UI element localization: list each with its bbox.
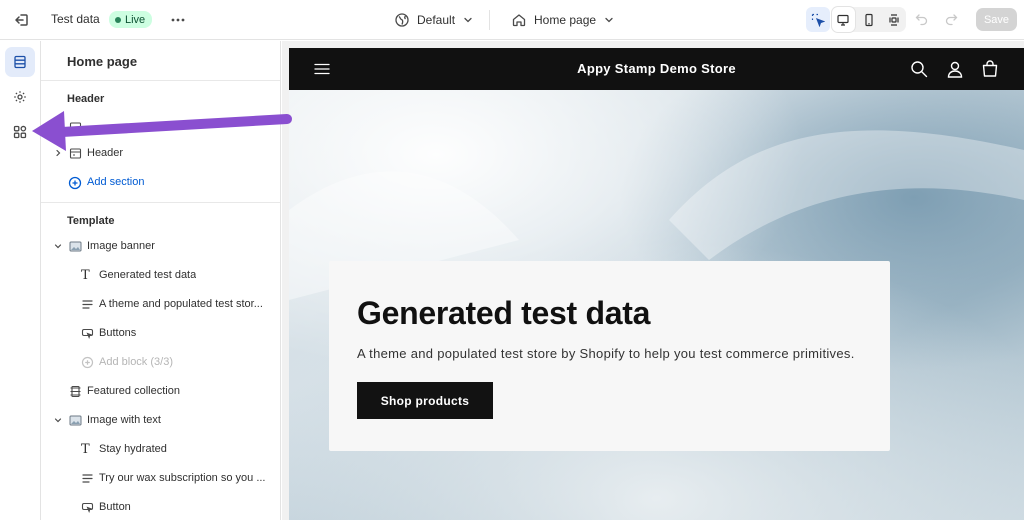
sections-tab-button[interactable] — [5, 47, 35, 77]
banner-text[interactable]: A theme and populated test store by Shop… — [357, 346, 855, 361]
image-icon — [69, 240, 82, 253]
section-icon — [69, 121, 82, 134]
tree-row-label: A theme and populated test stor... — [99, 298, 263, 310]
plus-circle-icon — [81, 356, 94, 369]
shop-products-button[interactable]: Shop products — [357, 382, 493, 419]
chevron-down-icon[interactable] — [53, 241, 63, 251]
theme-selector-label: Default — [417, 13, 456, 27]
exit-icon[interactable] — [12, 10, 32, 30]
banner-content-card: Generated test data A theme and populate… — [329, 261, 890, 451]
fullscreen-icon — [887, 13, 901, 27]
tree-row-label: Generated test data — [99, 269, 197, 281]
section-icon — [69, 147, 82, 160]
desktop-icon — [836, 13, 850, 27]
template-group-heading: Template — [67, 215, 115, 227]
redo-icon[interactable] — [943, 11, 959, 27]
tree-row-label: Stay hydrated — [99, 443, 167, 455]
tree-row-block-buttons[interactable]: Buttons — [41, 323, 280, 345]
store-header: Appy Stamp Demo Store — [289, 48, 1024, 90]
gear-icon — [12, 89, 28, 105]
theme-selector[interactable]: Default — [394, 10, 474, 30]
add-block-button[interactable]: Add block (3/3) — [41, 352, 280, 374]
undo-icon[interactable] — [914, 11, 930, 27]
theme-settings-tab-button[interactable] — [5, 82, 35, 112]
image-banner: Generated test data A theme and populate… — [289, 90, 1024, 520]
add-section-label: Add section — [87, 176, 145, 188]
view-mode-buttons — [806, 7, 906, 32]
chevron-down-icon — [462, 14, 474, 26]
tree-row-block-text[interactable]: Try our wax subscription so you ... — [41, 468, 280, 490]
tree-row-featured-collection[interactable]: Featured collection — [41, 381, 280, 403]
banner-heading[interactable]: Generated test data — [357, 295, 650, 332]
text-icon: T — [81, 268, 90, 283]
chevron-down-icon — [603, 14, 615, 26]
page-selector-label: Home page — [534, 13, 597, 27]
chevron-right-icon[interactable] — [53, 148, 63, 158]
more-actions-icon[interactable] — [168, 10, 188, 30]
search-icon[interactable] — [909, 59, 929, 79]
editor-rail — [0, 41, 41, 520]
apps-icon — [12, 124, 28, 140]
sections-icon — [12, 54, 28, 70]
tree-row-header[interactable]: Header — [41, 143, 280, 165]
live-status-badge: Live — [109, 11, 153, 28]
account-icon[interactable] — [945, 59, 965, 79]
editor-topbar: Test data Live Default Home page Save — [0, 0, 1024, 40]
header-group-heading: Header — [67, 93, 105, 105]
tree-row-label: Try our wax subscription so you ... — [99, 472, 266, 484]
button-icon — [81, 501, 94, 514]
plus-circle-icon — [68, 176, 82, 190]
mobile-view-button[interactable] — [857, 7, 881, 32]
paragraph-icon — [81, 472, 94, 485]
page-title: Home page — [67, 54, 138, 69]
apps-tab-button[interactable] — [5, 117, 35, 147]
tree-row-label: Image banner — [87, 240, 155, 252]
fullscreen-view-button[interactable] — [883, 7, 907, 32]
topbar-divider — [489, 10, 490, 30]
section-icon — [69, 385, 82, 398]
image-icon — [69, 414, 82, 427]
cursor-select-icon — [811, 13, 825, 27]
desktop-view-button[interactable] — [831, 7, 855, 32]
tree-row-image-banner[interactable]: Image banner — [41, 236, 280, 258]
tree-row-label: Add block (3/3) — [99, 356, 173, 368]
sidebar-divider — [41, 80, 280, 81]
tree-row-label: Buttons — [99, 327, 137, 339]
button-icon — [81, 327, 94, 340]
live-dot-icon — [115, 16, 121, 23]
store-name: Test data — [51, 12, 100, 26]
globe-icon — [394, 12, 410, 28]
tree-row-label: Image with text — [87, 414, 161, 426]
page-selector[interactable]: Home page — [511, 10, 615, 30]
live-status-label: Live — [125, 13, 146, 26]
cart-icon[interactable] — [980, 59, 1000, 79]
paragraph-icon — [81, 298, 94, 311]
tree-row-label: Featured collection — [87, 385, 180, 397]
text-icon: T — [81, 442, 90, 457]
sidebar-divider — [41, 202, 280, 203]
tree-row-label: Button — [99, 501, 131, 513]
tree-row-label: Header — [87, 147, 124, 159]
tree-row-block-text[interactable]: A theme and populated test stor... — [41, 294, 280, 316]
mobile-icon — [862, 13, 876, 27]
tree-row-block-button[interactable]: Button — [41, 497, 280, 519]
sections-sidebar: Home page Header Header Add section Temp… — [41, 41, 281, 520]
inspector-toggle-button[interactable] — [806, 7, 830, 32]
chevron-down-icon[interactable] — [53, 415, 63, 425]
store-preview: Appy Stamp Demo Store Generated test dat… — [289, 48, 1024, 520]
tree-row-image-with-text[interactable]: Image with text — [41, 410, 280, 432]
tree-row-block-heading[interactable]: T Stay hydrated — [41, 439, 280, 461]
add-section-header-button[interactable]: Add section — [41, 172, 280, 194]
tree-row-block-heading[interactable]: T Generated test data — [41, 265, 280, 287]
tree-row-hidden[interactable] — [41, 117, 280, 139]
home-icon — [511, 12, 527, 28]
save-button[interactable]: Save — [976, 8, 1017, 31]
